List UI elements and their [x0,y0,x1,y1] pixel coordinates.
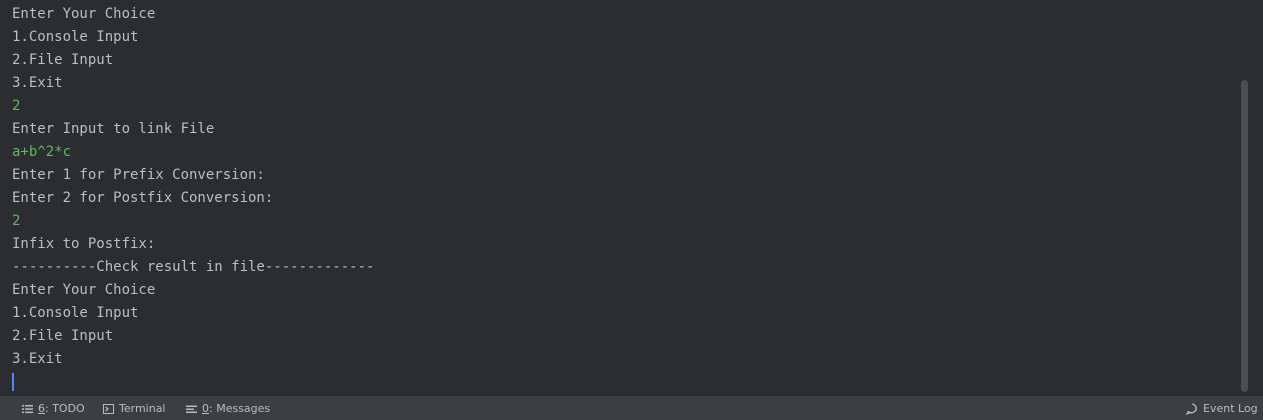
run-console[interactable]: Enter Your Choice 1.Console Input 2.File I… [0,0,1251,395]
messages-label: 0: Messages [202,402,271,415]
console-output-line: 1.Console Input [12,305,139,321]
console-output-line: Infix to Postfix: [12,236,156,252]
console-output-line: 3.Exit [12,351,63,367]
console-output-line: Enter Your Choice [12,6,156,22]
console-output-line: 3.Exit [12,75,63,91]
console-output-line: Enter Input to link File [12,121,215,137]
terminal-tab[interactable]: Terminal [103,400,166,417]
messages-icon [186,404,197,414]
event-log-tab[interactable]: Event Log [1186,400,1258,417]
console-output-line: Enter 2 for Postfix Conversion: [12,190,274,206]
console-output-line: 2.File Input [12,328,114,344]
console-output-line: 1.Console Input [12,29,139,45]
input-caret [12,373,14,391]
console-input-line: 2 [12,98,21,114]
list-icon [22,404,33,414]
console-output: Enter Your Choice 1.Console Input 2.File I… [12,3,374,371]
terminal-icon [103,403,114,414]
terminal-label: Terminal [119,402,166,415]
console-output-line: Enter Your Choice [12,282,156,298]
todo-label: 6: TODO [38,402,85,415]
event-log-icon [1186,402,1198,415]
tool-window-bar: 6: TODO Terminal 0: Messages Event Log [0,395,1263,420]
messages-tab[interactable]: 0: Messages [186,400,270,417]
event-log-label: Event Log [1203,402,1258,415]
console-input-line: 2 [12,213,21,229]
vertical-scrollbar[interactable] [1239,0,1251,395]
console-output-line: ----------Check result in file----------… [12,259,375,275]
todo-tab[interactable]: 6: TODO [22,400,85,417]
console-output-line: 2.File Input [12,52,114,68]
console-input-line: a+b^2*c [12,144,72,160]
scrollbar-thumb[interactable] [1241,80,1248,392]
console-output-line: Enter 1 for Prefix Conversion: [12,167,265,183]
